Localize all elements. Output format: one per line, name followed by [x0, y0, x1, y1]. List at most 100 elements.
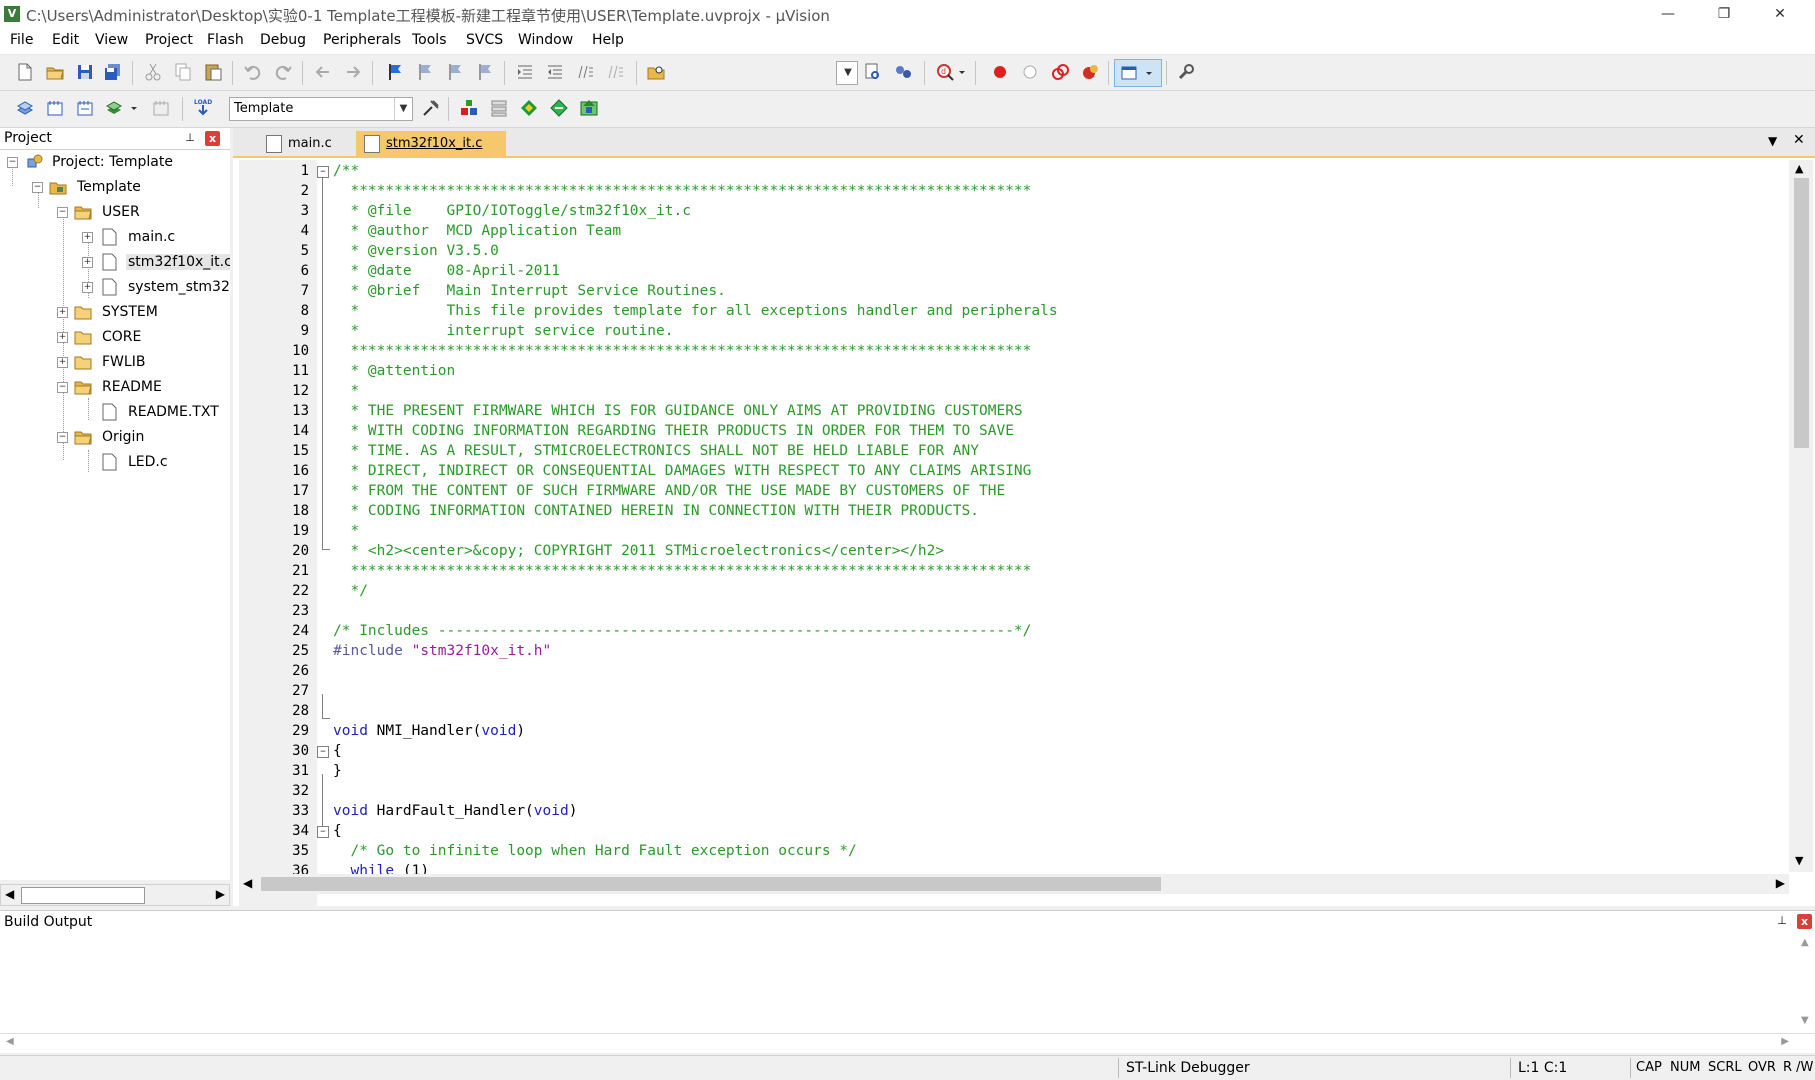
target-options-icon[interactable]: [420, 97, 442, 119]
find-dropdown[interactable]: ▼: [836, 61, 858, 85]
editor-vertical-scrollbar[interactable]: ▲ ▼: [1789, 160, 1813, 872]
menu-peripherals[interactable]: Peripherals: [323, 32, 401, 48]
disable-all-breakpoints-icon[interactable]: [1049, 61, 1071, 83]
code-line[interactable]: 20 * <h2><center>&copy; COPYRIGHT 2011 S…: [233, 543, 1793, 563]
open-file-icon[interactable]: [44, 61, 66, 83]
undo-icon[interactable]: [242, 61, 264, 83]
tree-item-group-system[interactable]: + SYSTEM: [0, 302, 230, 324]
code-line[interactable]: 14 * WITH CODING INFORMATION REGARDING T…: [233, 423, 1793, 443]
code-line[interactable]: 32: [233, 783, 1793, 803]
code-line[interactable]: 22 */: [233, 583, 1793, 603]
collapse-icon[interactable]: −: [7, 157, 18, 168]
tree-item-group-core[interactable]: + CORE: [0, 327, 230, 349]
save-icon[interactable]: [74, 61, 96, 83]
code-line[interactable]: 1−/**: [233, 163, 1793, 183]
code-line[interactable]: 16 * DIRECT, INDIRECT OR CONSEQUENTIAL D…: [233, 463, 1793, 483]
menu-file[interactable]: File: [10, 32, 33, 48]
download-load-icon[interactable]: LOAD: [192, 96, 214, 118]
code-line[interactable]: 35 /* Go to infinite loop when Hard Faul…: [233, 843, 1793, 863]
expand-icon[interactable]: +: [57, 332, 68, 343]
rebuild-icon[interactable]: [74, 97, 96, 119]
fold-collapse-icon[interactable]: −: [317, 746, 329, 758]
tree-item-group-user[interactable]: − USER: [0, 202, 230, 224]
code-line[interactable]: 12 *: [233, 383, 1793, 403]
pin-icon[interactable]: ⊥: [183, 131, 197, 145]
menu-edit[interactable]: Edit: [52, 32, 79, 48]
tree-item-group-origin[interactable]: − Origin: [0, 427, 230, 449]
scroll-right-icon[interactable]: ▶: [1781, 1036, 1789, 1047]
code-line[interactable]: 31}: [233, 763, 1793, 783]
batch-build-icon[interactable]: [104, 97, 126, 119]
expand-icon[interactable]: +: [82, 232, 93, 243]
code-line[interactable]: 19 *: [233, 523, 1793, 543]
editor-horizontal-scrollbar[interactable]: ◀ ▶: [239, 874, 1789, 894]
new-file-icon[interactable]: [14, 61, 36, 83]
code-line[interactable]: 27: [233, 683, 1793, 703]
tab-main-c[interactable]: main.c: [258, 131, 368, 156]
previous-bookmark-icon[interactable]: [414, 61, 436, 83]
code-line[interactable]: 34−{: [233, 823, 1793, 843]
tab-stm32f10x-it-c[interactable]: stm32f10x_it.c: [356, 131, 506, 156]
menu-debug[interactable]: Debug: [260, 32, 306, 48]
translate-icon[interactable]: [14, 97, 36, 119]
window-layout-button[interactable]: [1114, 59, 1162, 87]
fold-collapse-icon[interactable]: −: [317, 166, 329, 178]
build-horizontal-scrollbar[interactable]: ◀ ▶: [0, 1033, 1815, 1052]
code-line[interactable]: 10 *************************************…: [233, 343, 1793, 363]
find-in-files-icon[interactable]: [645, 61, 667, 83]
collapse-icon[interactable]: −: [57, 382, 68, 393]
expand-icon[interactable]: +: [82, 282, 93, 293]
tree-item-readme-txt[interactable]: README.TXT: [0, 402, 230, 424]
minimize-button[interactable]: —: [1645, 0, 1691, 28]
find-icon[interactable]: [862, 61, 884, 83]
uncomment-selection-icon[interactable]: [604, 61, 626, 83]
tree-item-target[interactable]: − Template: [0, 177, 230, 199]
menu-project[interactable]: Project: [145, 32, 193, 48]
tree-item-stm32f10x-it-c[interactable]: + stm32f10x_it.c: [0, 252, 230, 274]
scroll-right-icon[interactable]: ▶: [216, 887, 225, 901]
close-panel-icon[interactable]: x: [1797, 914, 1812, 929]
collapse-icon[interactable]: −: [57, 432, 68, 443]
kill-all-breakpoints-icon[interactable]: [1079, 61, 1101, 83]
comment-selection-icon[interactable]: [574, 61, 596, 83]
copy-icon[interactable]: [172, 61, 194, 83]
scroll-left-icon[interactable]: ◀: [5, 887, 14, 901]
collapse-icon[interactable]: −: [32, 182, 43, 193]
code-line[interactable]: 18 * CODING INFORMATION CONTAINED HEREIN…: [233, 503, 1793, 523]
code-line[interactable]: 25 #include "stm32f10x_it.h": [233, 643, 1793, 663]
code-line[interactable]: 30−{: [233, 743, 1793, 763]
code-line[interactable]: 26: [233, 663, 1793, 683]
code-line[interactable]: 5 * @version V3.5.0: [233, 243, 1793, 263]
select-packs-icon[interactable]: [518, 97, 540, 119]
fold-collapse-icon[interactable]: −: [317, 826, 329, 838]
target-select[interactable]: Template ▼: [229, 97, 413, 121]
unindent-icon[interactable]: [544, 61, 566, 83]
next-bookmark-icon[interactable]: [444, 61, 466, 83]
code-line[interactable]: 33 void HardFault_Handler(void): [233, 803, 1793, 823]
tree-item-group-fwlib[interactable]: + FWLIB: [0, 352, 230, 374]
scroll-thumb[interactable]: [1794, 178, 1809, 448]
code-line[interactable]: 15 * TIME. AS A RESULT, STMICROELECTRONI…: [233, 443, 1793, 463]
scroll-up-icon[interactable]: ▲: [1801, 937, 1809, 948]
code-line[interactable]: 21 *************************************…: [233, 563, 1793, 583]
insert-bookmark-icon[interactable]: [384, 61, 406, 83]
enable-breakpoint-icon[interactable]: [1019, 61, 1041, 83]
scroll-down-icon[interactable]: ▼: [1795, 854, 1803, 867]
insert-breakpoint-icon[interactable]: [989, 61, 1011, 83]
code-line[interactable]: 28: [233, 703, 1793, 723]
tree-item-led-c[interactable]: LED.c: [0, 452, 230, 474]
tree-item-project[interactable]: − Project: Template: [0, 152, 230, 174]
menu-help[interactable]: Help: [592, 32, 624, 48]
code-line[interactable]: 13 * THE PRESENT FIRMWARE WHICH IS FOR G…: [233, 403, 1793, 423]
code-line[interactable]: 23: [233, 603, 1793, 623]
file-extensions-icon[interactable]: [458, 97, 480, 119]
menu-flash[interactable]: Flash: [207, 32, 244, 48]
code-line[interactable]: 17 * FROM THE CONTENT OF SUCH FIRMWARE A…: [233, 483, 1793, 503]
tree-item-main-c[interactable]: + main.c: [0, 227, 230, 249]
expand-icon[interactable]: +: [57, 357, 68, 368]
incremental-find-icon[interactable]: [892, 61, 914, 83]
redo-icon[interactable]: [272, 61, 294, 83]
indent-icon[interactable]: [514, 61, 536, 83]
stop-build-icon[interactable]: [150, 97, 172, 119]
expand-icon[interactable]: +: [82, 257, 93, 268]
